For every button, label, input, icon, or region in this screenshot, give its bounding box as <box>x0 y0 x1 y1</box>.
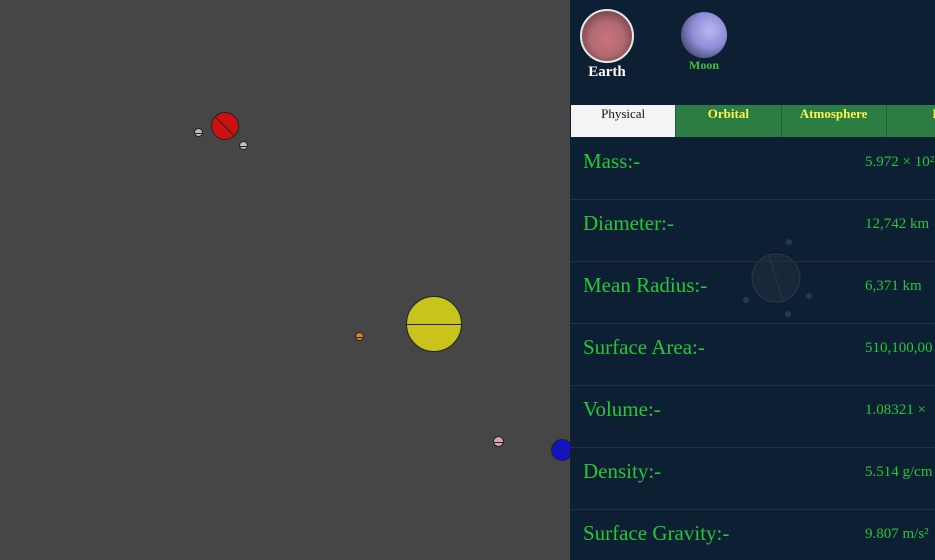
earth-selector[interactable]: Earth <box>578 9 636 81</box>
property-label: Density:- <box>583 459 662 483</box>
tab-bar: Physical Orbital Atmosphere Di <box>571 105 935 137</box>
property-value: 12,742 km <box>865 216 930 232</box>
tab-di[interactable]: Di <box>885 105 935 137</box>
tab-atmosphere[interactable]: Atmosphere <box>780 105 886 137</box>
tab-orbital[interactable]: Orbital <box>675 105 781 137</box>
property-value: 1.08321 × <box>865 402 926 418</box>
property-label: Surface Gravity:- <box>583 521 730 545</box>
property-label: Volume:- <box>583 397 661 421</box>
property-value: 9.807 m/s² <box>865 526 929 542</box>
phobos-icon[interactable] <box>194 128 203 137</box>
mercury-icon[interactable] <box>355 332 364 341</box>
moon-label: Moon <box>689 58 719 72</box>
property-value: 510,100,00 <box>865 340 933 356</box>
earth-icon <box>580 9 634 63</box>
venus-icon[interactable] <box>493 436 504 447</box>
property-value: 5.514 g/cm <box>865 464 933 480</box>
moon-icon <box>681 12 727 58</box>
property-row-volume: Volume:- 1.08321 × <box>570 386 935 448</box>
property-label: Mean Radius:- <box>583 273 708 297</box>
sun-icon[interactable] <box>406 296 462 352</box>
earth-label: Earth <box>588 64 626 80</box>
property-row-surface-gravity: Surface Gravity:- 9.807 m/s² <box>570 510 935 560</box>
property-row-mean-radius: Mean Radius:- 6,371 km <box>570 262 935 324</box>
property-row-mass: Mass:- 5.972 × 10² <box>570 138 935 200</box>
solar-system-view[interactable] <box>0 0 573 560</box>
property-label: Mass:- <box>583 149 641 173</box>
deimos-icon[interactable] <box>239 141 248 150</box>
moon-selector[interactable]: Moon <box>681 12 727 73</box>
property-list: Mass:- 5.972 × 10² Diameter:- 12,742 km … <box>570 138 935 560</box>
mars-icon[interactable] <box>211 112 239 140</box>
property-row-surface-area: Surface Area:- 510,100,00 <box>570 324 935 386</box>
property-value: 6,371 km <box>865 278 922 294</box>
info-panel: Earth Moon Physical Orbital Atmosphere D… <box>570 0 935 560</box>
property-value: 5.972 × 10² <box>865 154 935 170</box>
property-row-diameter: Diameter:- 12,742 km <box>570 200 935 262</box>
tab-physical[interactable]: Physical <box>571 105 676 137</box>
property-label: Surface Area:- <box>583 335 705 359</box>
property-row-density: Density:- 5.514 g/cm <box>570 448 935 510</box>
property-label: Diameter:- <box>583 211 674 235</box>
